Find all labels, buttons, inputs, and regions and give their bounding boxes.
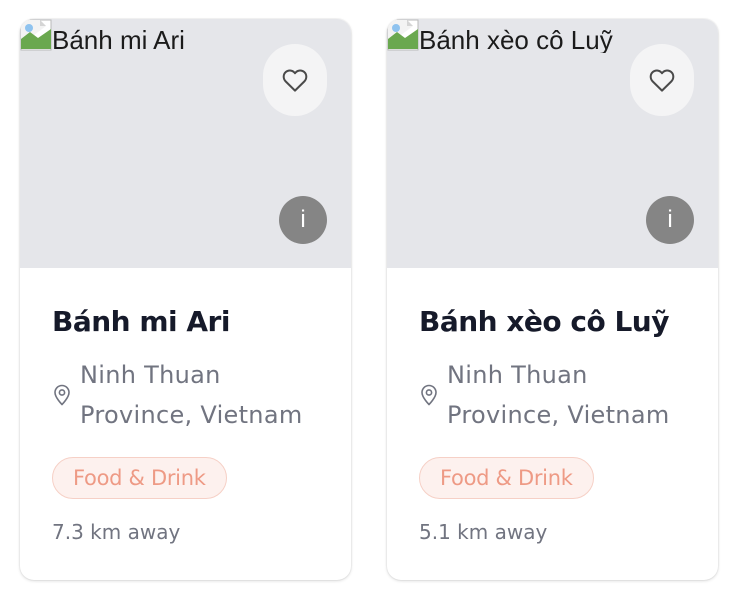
favorite-button[interactable]: [630, 44, 694, 116]
info-button[interactable]: i: [279, 196, 327, 244]
heart-icon: [649, 69, 675, 92]
favorite-button[interactable]: [263, 44, 327, 116]
card-body: Bánh mi Ari Ninh Thuan Province, Vietnam…: [20, 268, 351, 545]
distance-text: 5.1 km away: [419, 520, 548, 544]
broken-image-icon: [20, 19, 52, 51]
card-title[interactable]: Bánh xèo cô Luỹ: [419, 302, 686, 342]
info-button[interactable]: i: [646, 196, 694, 244]
location-text: Ninh Thuan Province, Vietnam: [447, 361, 670, 429]
map-pin-icon: [54, 384, 70, 406]
location: Ninh Thuan Province, Vietnam: [419, 355, 686, 435]
card-image[interactable]: Bánh xèo cô Luỹ i: [387, 19, 718, 268]
category-badge: Food & Drink: [52, 457, 227, 499]
distance-text: 7.3 km away: [52, 520, 181, 544]
heart-icon: [282, 69, 308, 92]
map-pin-icon: [421, 384, 437, 406]
broken-image: Bánh xèo cô Luỹ: [387, 19, 613, 53]
location-text: Ninh Thuan Province, Vietnam: [80, 361, 303, 429]
broken-image-icon: [387, 19, 419, 51]
listing-grid: Bánh mi Ari i Bánh mi Ari Ninh Thuan Pro…: [0, 0, 738, 596]
card-body: Bánh xèo cô Luỹ Ninh Thuan Province, Vie…: [387, 268, 718, 545]
category-badge: Food & Drink: [419, 457, 594, 499]
card-title[interactable]: Bánh mi Ari: [52, 302, 319, 342]
location: Ninh Thuan Province, Vietnam: [52, 355, 319, 435]
listing-card[interactable]: Bánh xèo cô Luỹ i Bánh xèo cô Luỹ Ninh T…: [387, 19, 718, 580]
card-image[interactable]: Bánh mi Ari i: [20, 19, 351, 268]
image-alt-text: Bánh xèo cô Luỹ: [419, 25, 613, 53]
broken-image: Bánh mi Ari: [20, 19, 185, 53]
listing-card[interactable]: Bánh mi Ari i Bánh mi Ari Ninh Thuan Pro…: [20, 19, 351, 580]
image-alt-text: Bánh mi Ari: [52, 25, 185, 53]
